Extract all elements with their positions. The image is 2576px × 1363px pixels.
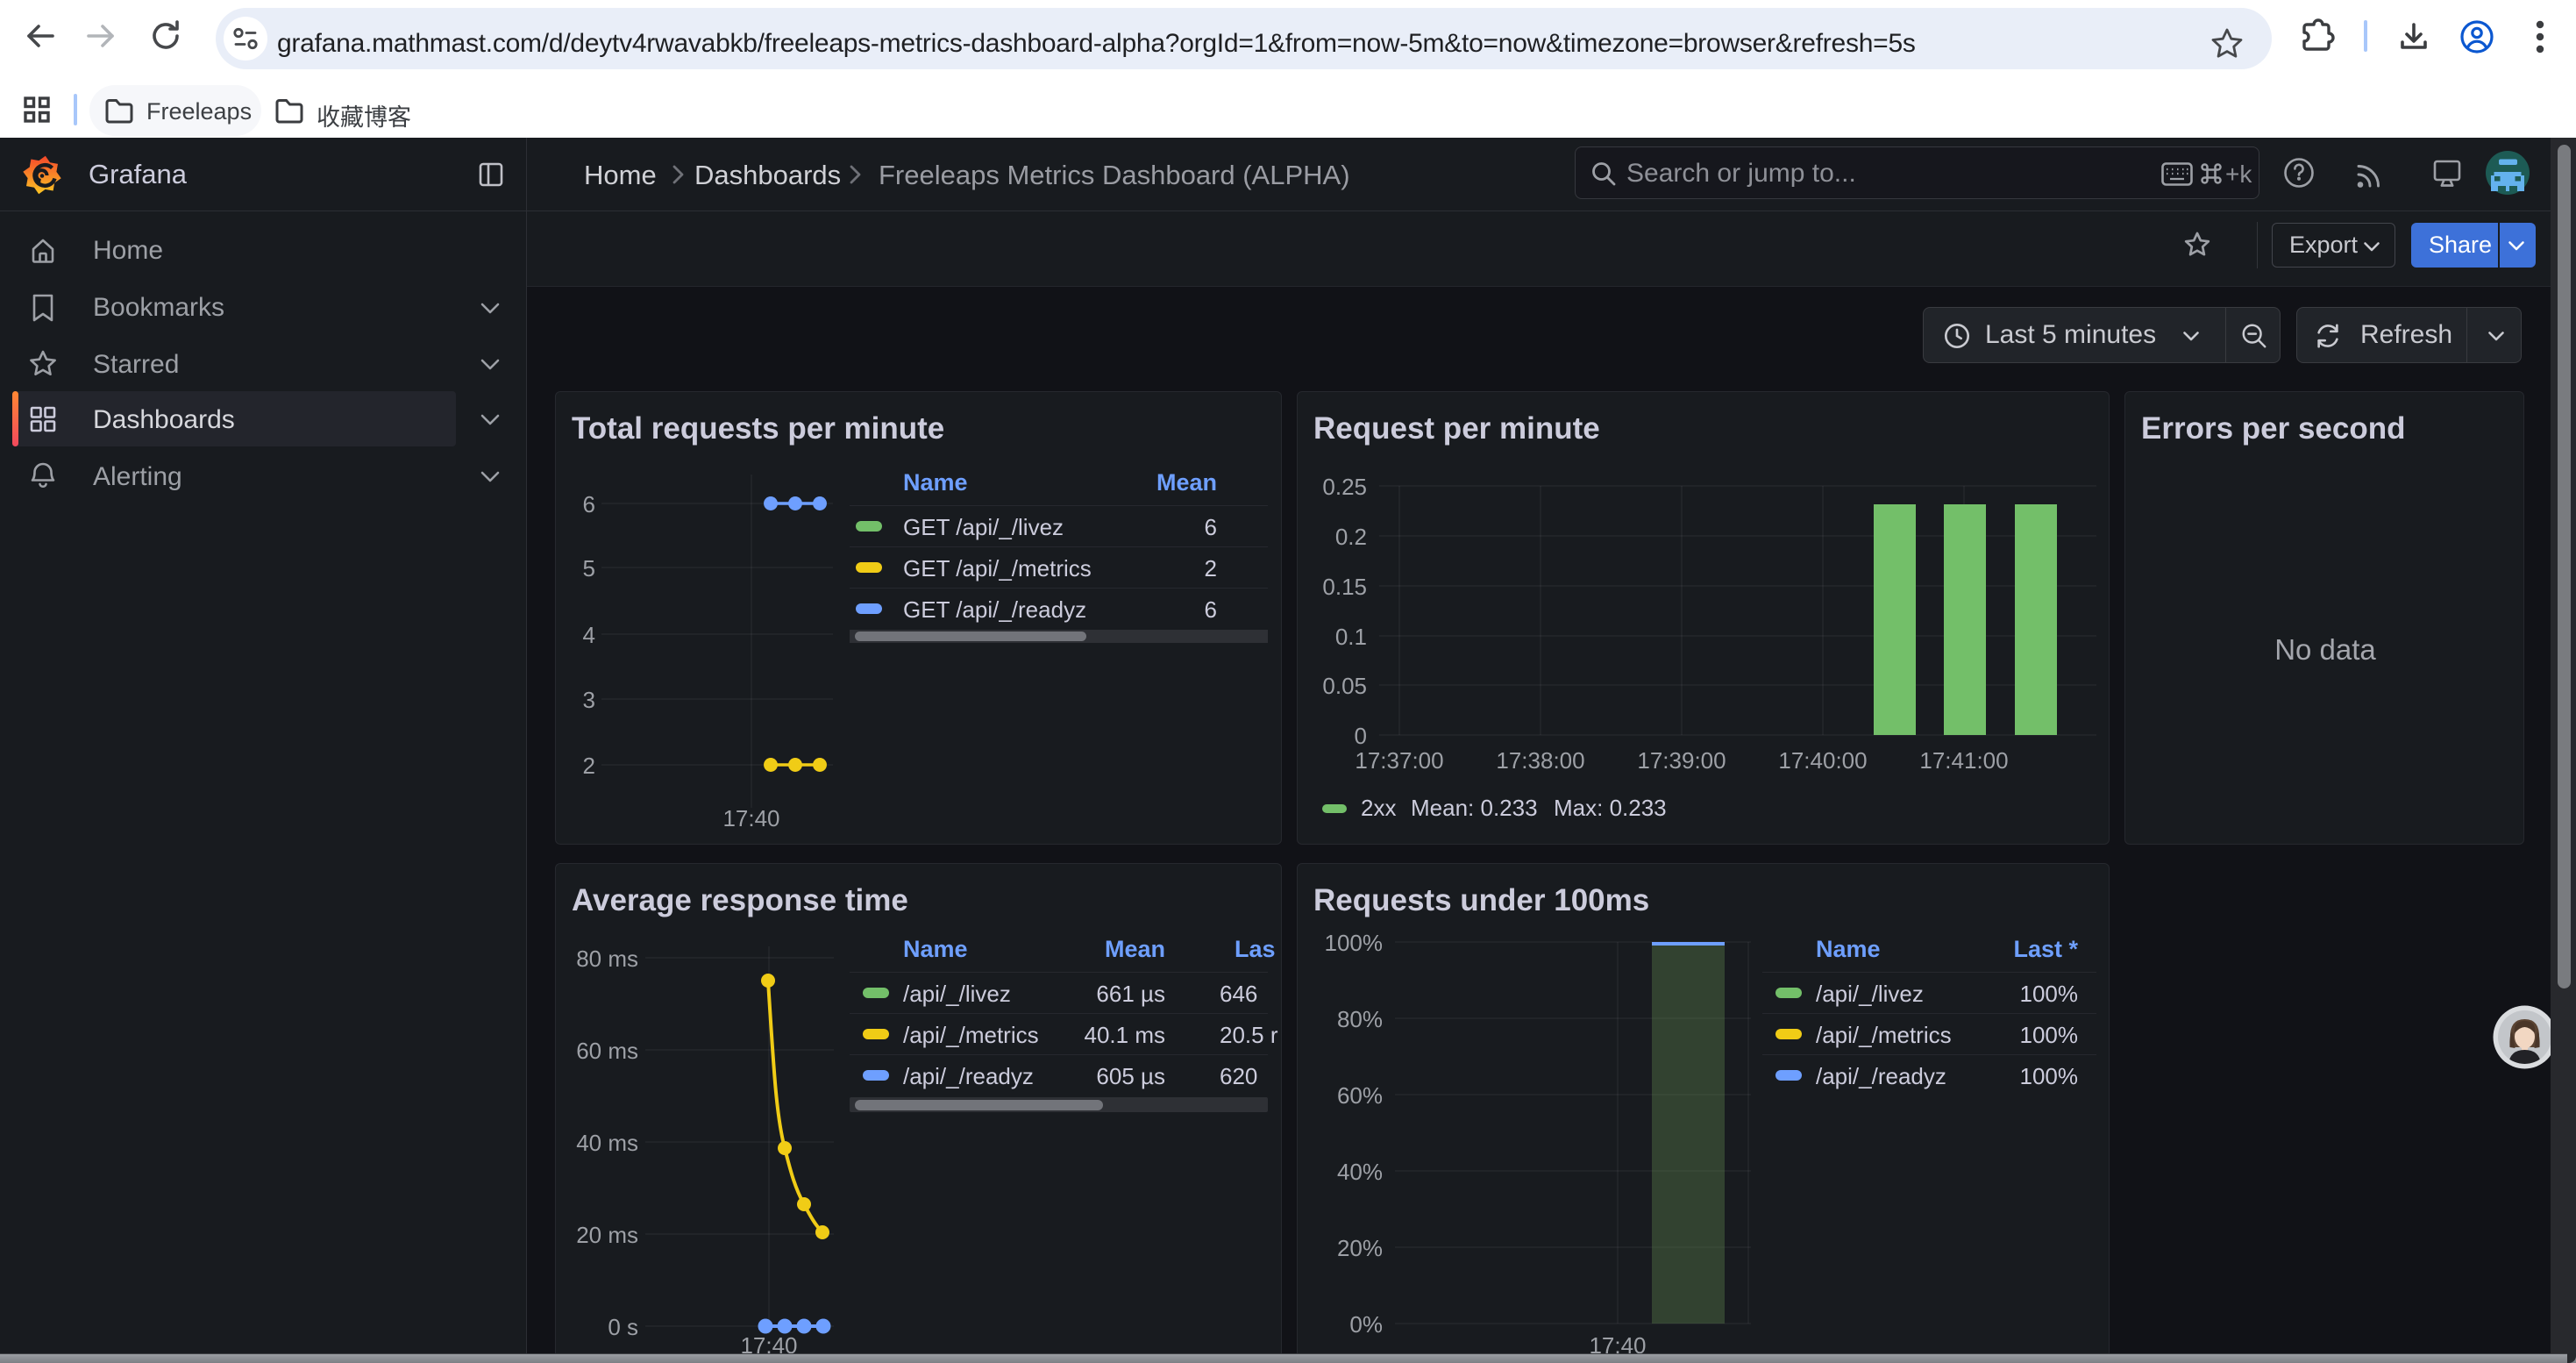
- svg-text:20%: 20%: [1337, 1235, 1383, 1261]
- svg-text:17:41:00: 17:41:00: [1919, 747, 2008, 774]
- svg-text:0: 0: [1355, 723, 1367, 749]
- svg-text:0.1: 0.1: [1335, 624, 1367, 650]
- svg-text:80%: 80%: [1337, 1006, 1383, 1032]
- svg-text:17:40: 17:40: [722, 805, 779, 831]
- svg-text:0.25: 0.25: [1322, 474, 1367, 500]
- svg-text:17:37:00: 17:37:00: [1355, 747, 1443, 774]
- svg-text:17:40:00: 17:40:00: [1778, 747, 1867, 774]
- svg-text:4: 4: [583, 622, 595, 648]
- svg-text:0.05: 0.05: [1322, 673, 1367, 699]
- svg-text:2: 2: [583, 753, 595, 779]
- svg-text:17:39:00: 17:39:00: [1637, 747, 1726, 774]
- svg-text:40 ms: 40 ms: [576, 1130, 638, 1156]
- svg-text:20 ms: 20 ms: [576, 1222, 638, 1248]
- svg-text:5: 5: [583, 555, 595, 582]
- svg-text:60 ms: 60 ms: [576, 1038, 638, 1064]
- svg-text:40%: 40%: [1337, 1159, 1383, 1185]
- svg-text:3: 3: [583, 687, 595, 713]
- svg-text:0 s: 0 s: [608, 1314, 638, 1340]
- svg-text:0.15: 0.15: [1322, 574, 1367, 600]
- svg-text:60%: 60%: [1337, 1082, 1383, 1109]
- svg-text:17:38:00: 17:38:00: [1496, 747, 1584, 774]
- svg-text:0%: 0%: [1349, 1311, 1383, 1338]
- svg-text:0.2: 0.2: [1335, 524, 1367, 550]
